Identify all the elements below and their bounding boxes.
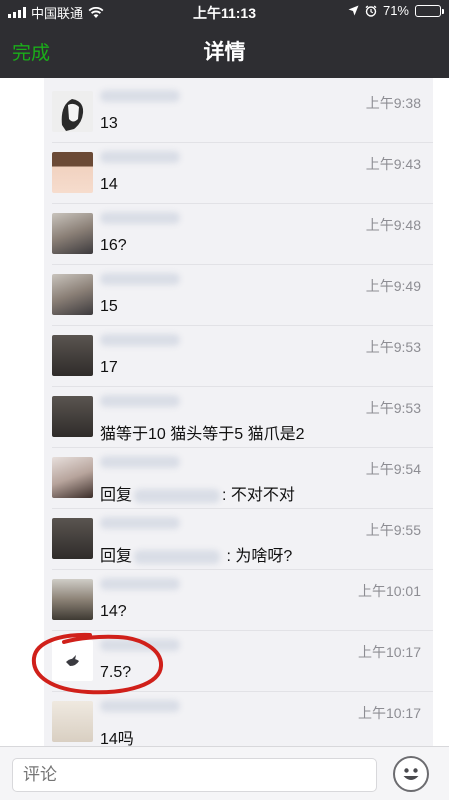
list-item[interactable]: 上午9:55 回复 : 为啥呀? bbox=[44, 509, 433, 570]
alarm-clock-icon bbox=[365, 4, 377, 17]
username-redacted bbox=[100, 456, 180, 468]
emoji-button[interactable] bbox=[393, 756, 429, 792]
list-item[interactable]: 上午9:49 15 bbox=[44, 265, 433, 326]
comment-text: 猫等于10 猫头等于5 猫爪是2 bbox=[100, 426, 305, 443]
username-redacted bbox=[100, 517, 180, 529]
comment-time: 上午9:43 bbox=[365, 156, 421, 172]
avatar[interactable] bbox=[52, 640, 93, 681]
page-title: 详情 bbox=[203, 41, 246, 64]
emoji-icon bbox=[403, 768, 419, 780]
username-redacted bbox=[100, 639, 180, 651]
comment-list[interactable]: 上午9:38 13 上午9:43 14 上午9:48 16? 上午9:49 15… bbox=[0, 78, 449, 746]
username-redacted bbox=[100, 395, 180, 407]
comment-bar bbox=[0, 746, 449, 800]
comment-text: 16? bbox=[100, 237, 127, 254]
avatar[interactable] bbox=[52, 152, 93, 193]
comment-text: 回复: 不对不对 bbox=[100, 487, 295, 504]
username-redacted bbox=[100, 273, 180, 285]
comment-input[interactable] bbox=[12, 758, 377, 792]
reply-target-redacted bbox=[134, 549, 221, 564]
comment-text: 14吗 bbox=[100, 731, 134, 746]
username-redacted bbox=[100, 212, 180, 224]
comment-time: 上午9:53 bbox=[365, 400, 421, 416]
nav-bar: 完成 详情 bbox=[0, 22, 449, 78]
comment-time: 上午9:53 bbox=[365, 339, 421, 355]
avatar[interactable] bbox=[52, 518, 93, 559]
comment-time: 上午9:48 bbox=[365, 217, 421, 233]
list-item[interactable]: 上午9:38 13 bbox=[44, 82, 433, 143]
list-item[interactable]: 上午10:17 14吗 bbox=[44, 692, 433, 746]
username-redacted bbox=[100, 90, 180, 102]
comment-time: 上午10:17 bbox=[357, 644, 421, 660]
comment-time: 上午9:55 bbox=[365, 522, 421, 538]
avatar[interactable] bbox=[52, 579, 93, 620]
comment-text: 7.5? bbox=[100, 664, 132, 681]
avatar[interactable] bbox=[52, 213, 93, 254]
comment-time: 上午9:38 bbox=[365, 95, 421, 111]
avatar[interactable] bbox=[52, 396, 93, 437]
avatar[interactable] bbox=[52, 457, 93, 498]
list-item[interactable]: 上午10:17 7.5? bbox=[44, 631, 433, 692]
username-redacted bbox=[100, 578, 180, 590]
list-item[interactable]: 上午9:53 猫等于10 猫头等于5 猫爪是2 bbox=[44, 387, 433, 448]
comment-text: 13 bbox=[100, 115, 118, 132]
comment-text: 回复 : 为啥呀? bbox=[100, 548, 293, 565]
avatar[interactable] bbox=[52, 274, 93, 315]
reply-target-redacted bbox=[134, 488, 221, 503]
list-item[interactable]: 上午9:53 17 bbox=[44, 326, 433, 387]
top-bar: 中国联通 上午11:13 71% 完成 详情 bbox=[0, 0, 449, 78]
comment-time: 上午10:17 bbox=[357, 705, 421, 721]
comment-text: 14? bbox=[100, 603, 127, 620]
comment-time: 上午9:54 bbox=[365, 461, 421, 477]
avatar[interactable] bbox=[52, 701, 93, 742]
avatar[interactable] bbox=[52, 335, 93, 376]
username-redacted bbox=[100, 334, 180, 346]
battery-percent: 71% bbox=[382, 3, 409, 18]
list-item[interactable]: 上午9:43 14 bbox=[44, 143, 433, 204]
comment-text: 15 bbox=[100, 298, 118, 315]
comment-text: 14 bbox=[100, 176, 118, 193]
list-item[interactable]: 上午10:01 14? bbox=[44, 570, 433, 631]
username-redacted bbox=[100, 700, 180, 712]
username-redacted bbox=[100, 151, 180, 163]
list-item[interactable]: 上午9:54 回复: 不对不对 bbox=[44, 448, 433, 509]
comment-text: 17 bbox=[100, 359, 118, 376]
status-bar: 中国联通 上午11:13 71% bbox=[0, 0, 449, 22]
comment-time: 上午9:49 bbox=[365, 278, 421, 294]
location-arrow-icon bbox=[348, 5, 359, 16]
comment-time: 上午10:01 bbox=[357, 583, 421, 599]
battery-icon bbox=[415, 4, 444, 17]
list-item[interactable]: 上午9:48 16? bbox=[44, 204, 433, 265]
avatar[interactable] bbox=[52, 91, 93, 132]
